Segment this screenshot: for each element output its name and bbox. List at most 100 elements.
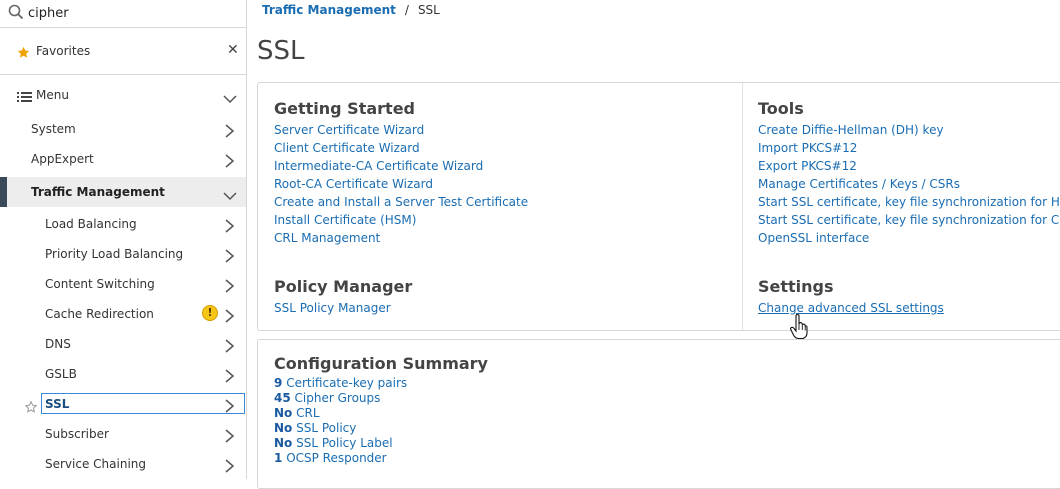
- client-certificate-wizard-link[interactable]: Client Certificate Wizard: [274, 141, 420, 155]
- summary-item[interactable]: 45 Cipher Groups: [274, 391, 407, 406]
- sidebar-item-label: GSLB: [45, 367, 77, 381]
- tools-title: Tools: [758, 99, 804, 118]
- menu-header[interactable]: Menu: [0, 80, 246, 110]
- sidebar-item-gslb[interactable]: GSLB: [0, 359, 246, 389]
- sidebar-item-ssl[interactable]: SSL: [0, 391, 246, 421]
- sidebar-item-label: Service Chaining: [45, 457, 146, 471]
- chevron-right-icon: [223, 308, 235, 327]
- summary-count[interactable]: No: [274, 406, 292, 420]
- ssl-sync-cluster-link[interactable]: Start SSL certificate, key file synchron…: [758, 213, 1060, 227]
- breadcrumb-link-traffic-management[interactable]: Traffic Management: [262, 3, 396, 17]
- page-title: SSL: [257, 36, 305, 66]
- favorites-row[interactable]: Favorites ✕: [0, 36, 246, 66]
- list-item: OpenSSL interface: [758, 231, 1060, 249]
- sidebar-item-label: Traffic Management: [31, 185, 165, 199]
- sidebar-item-appexpert[interactable]: AppExpert: [0, 144, 246, 174]
- hand-cursor-icon: [790, 313, 808, 344]
- summary-item[interactable]: No CRL: [274, 406, 407, 421]
- sidebar-item-label: AppExpert: [31, 152, 94, 166]
- selection-outline: [41, 393, 245, 414]
- settings-links: Change advanced SSL settings: [758, 301, 944, 319]
- sidebar-item-service-chaining[interactable]: Service Chaining: [0, 449, 246, 479]
- summary-label[interactable]: Certificate-key pairs: [286, 376, 407, 390]
- configuration-summary-list: 9 Certificate-key pairs 45 Cipher Groups…: [274, 376, 407, 466]
- server-certificate-wizard-link[interactable]: Server Certificate Wizard: [274, 123, 424, 137]
- chevron-right-icon: [223, 218, 235, 237]
- ssl-sync-ha-link[interactable]: Start SSL certificate, key file synchron…: [758, 195, 1060, 209]
- summary-item[interactable]: No SSL Policy Label: [274, 436, 407, 451]
- chevron-right-icon: [223, 248, 235, 267]
- configuration-summary-title: Configuration Summary: [274, 354, 488, 373]
- sidebar-item-traffic-management[interactable]: Traffic Management: [0, 177, 246, 207]
- sidebar-item-content-switching[interactable]: Content Switching: [0, 269, 246, 299]
- sidebar-item-priority-load-balancing[interactable]: Priority Load Balancing: [0, 239, 246, 269]
- sidebar-item-load-balancing[interactable]: Load Balancing: [0, 209, 246, 239]
- breadcrumb-current: SSL: [417, 3, 440, 17]
- menu-label: Menu: [36, 88, 69, 102]
- root-ca-certificate-wizard-link[interactable]: Root-CA Certificate Wizard: [274, 177, 433, 191]
- list-item: Import PKCS#12: [758, 141, 1060, 159]
- ssl-policy-manager-link[interactable]: SSL Policy Manager: [274, 301, 391, 315]
- summary-count[interactable]: No: [274, 436, 292, 450]
- summary-count[interactable]: 45: [274, 391, 291, 405]
- chevron-right-icon: [223, 398, 235, 417]
- export-pkcs12-link[interactable]: Export PKCS#12: [758, 159, 857, 173]
- list-item: Change advanced SSL settings: [758, 301, 944, 319]
- summary-item[interactable]: 1 OCSP Responder: [274, 451, 407, 466]
- tools-links: Create Diffie-Hellman (DH) key Import PK…: [758, 123, 1060, 249]
- sidebar-item-dns[interactable]: DNS: [0, 329, 246, 359]
- summary-item[interactable]: 9 Certificate-key pairs: [274, 376, 407, 391]
- list-item: Create and Install a Server Test Certifi…: [274, 195, 528, 213]
- sidebar-item-label: Load Balancing: [45, 217, 137, 231]
- summary-label[interactable]: CRL: [296, 406, 319, 420]
- chevron-right-icon: [223, 368, 235, 387]
- summary-label[interactable]: SSL Policy Label: [296, 436, 392, 450]
- summary-label[interactable]: SSL Policy: [296, 421, 356, 435]
- sidebar-item-cache-redirection[interactable]: Cache Redirection !: [0, 299, 246, 329]
- sidebar: Favorites ✕ Menu System AppExpert Traffi…: [0, 0, 247, 479]
- list-item: SSL Policy Manager: [274, 301, 391, 319]
- summary-count[interactable]: 9: [274, 376, 282, 390]
- sidebar-item-label: DNS: [45, 337, 71, 351]
- chevron-right-icon: [223, 458, 235, 477]
- star-icon: [17, 44, 30, 63]
- chevron-right-icon: [223, 338, 235, 357]
- create-install-test-certificate-link[interactable]: Create and Install a Server Test Certifi…: [274, 195, 528, 209]
- install-certificate-hsm-link[interactable]: Install Certificate (HSM): [274, 213, 416, 227]
- sidebar-item-label: Content Switching: [45, 277, 155, 291]
- chevron-right-icon: [223, 428, 235, 447]
- summary-label[interactable]: OCSP Responder: [286, 451, 386, 465]
- import-pkcs12-link[interactable]: Import PKCS#12: [758, 141, 857, 155]
- crl-management-link[interactable]: CRL Management: [274, 231, 380, 245]
- sidebar-item-subscriber[interactable]: Subscriber: [0, 419, 246, 449]
- divider: [0, 74, 246, 75]
- summary-label[interactable]: Cipher Groups: [295, 391, 381, 405]
- sidebar-item-label: Cache Redirection: [45, 307, 154, 321]
- intermediate-ca-certificate-wizard-link[interactable]: Intermediate-CA Certificate Wizard: [274, 159, 483, 173]
- favorites-label: Favorites: [36, 44, 91, 58]
- search-bar: [0, 0, 246, 28]
- summary-count[interactable]: No: [274, 421, 292, 435]
- policy-manager-links: SSL Policy Manager: [274, 301, 391, 319]
- search-input[interactable]: [28, 2, 238, 24]
- sidebar-item-label: Subscriber: [45, 427, 109, 441]
- star-outline-icon[interactable]: [24, 398, 38, 417]
- summary-item[interactable]: No SSL Policy: [274, 421, 407, 436]
- manage-certificates-link[interactable]: Manage Certificates / Keys / CSRs: [758, 177, 960, 191]
- openssl-interface-link[interactable]: OpenSSL interface: [758, 231, 869, 245]
- close-icon[interactable]: ✕: [227, 42, 239, 58]
- breadcrumb: Traffic Management / SSL: [262, 3, 440, 17]
- getting-started-links: Server Certificate Wizard Client Certifi…: [274, 123, 528, 249]
- sidebar-item-system[interactable]: System: [0, 114, 246, 144]
- sidebar-item-label: SSL: [45, 397, 70, 411]
- create-dh-key-link[interactable]: Create Diffie-Hellman (DH) key: [758, 123, 944, 137]
- summary-count[interactable]: 1: [274, 451, 282, 465]
- policy-manager-title: Policy Manager: [274, 277, 413, 296]
- list-item: CRL Management: [274, 231, 528, 249]
- list-item: Create Diffie-Hellman (DH) key: [758, 123, 1060, 141]
- search-icon: [8, 4, 24, 24]
- change-advanced-ssl-settings-link[interactable]: Change advanced SSL settings: [758, 301, 944, 315]
- sidebar-item-label: System: [31, 122, 76, 136]
- chevron-down-icon: [223, 186, 237, 205]
- chevron-right-icon: [223, 278, 235, 297]
